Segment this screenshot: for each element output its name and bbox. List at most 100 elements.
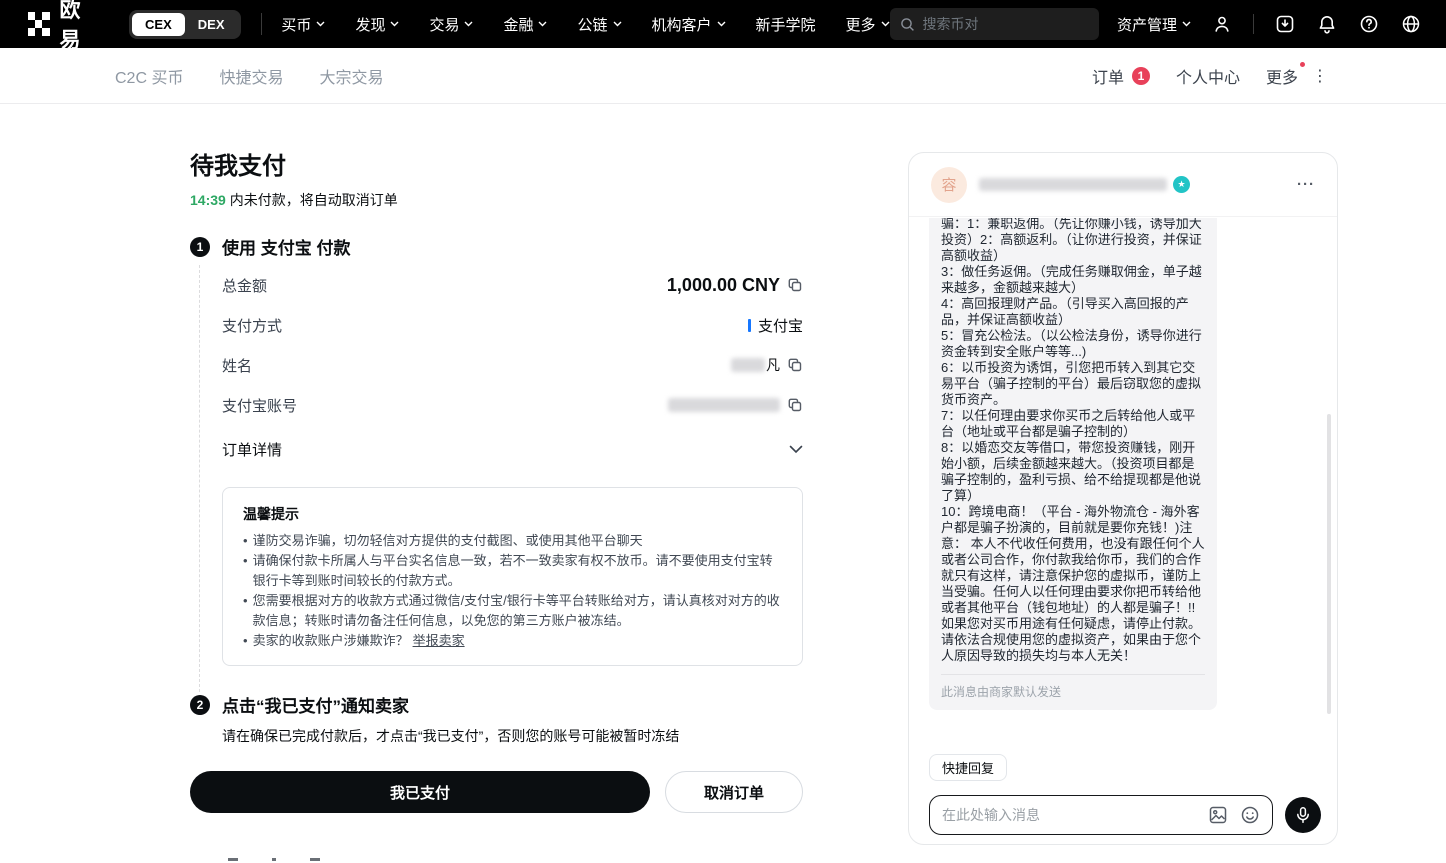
merchant-message-text: 骗：1：兼职返佣。（先让你赚小钱，诱导加大投资）2：高额返利。（让你进行投资，并… xyxy=(941,218,1205,664)
tip-item: 您需要根据对方的收款方式通过微信/支付宝/银行卡等平台转账给对方，请认真核对对方… xyxy=(243,591,782,631)
header-icons xyxy=(1211,13,1422,35)
masked-account xyxy=(668,398,780,412)
order-details-toggle[interactable]: 订单详情 xyxy=(222,429,803,469)
verified-badge-icon: ★ xyxy=(1173,176,1190,193)
step2-note: 请在确保已完成付款后，才点击“我已支付”，否则您的账号可能被暂时冻结 xyxy=(222,726,803,746)
paid-button[interactable]: 我已支付 xyxy=(190,771,650,813)
page-title: 待我支付 xyxy=(190,146,803,181)
masked-name-suffix: 凡 xyxy=(766,355,780,375)
chevron-down-icon xyxy=(1182,21,1191,27)
amount-label: 总金额 xyxy=(222,275,267,296)
masked-merchant-name xyxy=(979,178,1167,191)
download-app-icon[interactable] xyxy=(1274,13,1296,35)
nav-more[interactable]: 更多 xyxy=(846,14,890,35)
tip-item: 请确保付款卡所属人与平台实名信息一致，若不一致卖家有权不放币。请不要使用支付宝转… xyxy=(243,551,782,591)
method-row: 支付方式 支付宝 xyxy=(222,305,803,345)
order-section: 待我支付 14:39 内未付款，将自动取消订单 1 使用 支付宝 付款 总金额 … xyxy=(190,104,803,813)
countdown-note: 内未付款，将自动取消订单 xyxy=(230,192,398,208)
chevron-down-icon xyxy=(538,21,547,27)
attach-image-icon[interactable] xyxy=(1208,805,1228,825)
orders-badge: 1 xyxy=(1132,67,1150,85)
step2-header: 2 点击“我已支付”通知卖家 xyxy=(190,692,803,717)
tab-block-trade[interactable]: 大宗交易 xyxy=(319,64,383,88)
chat-messages[interactable]: 骗：1：兼职返佣。（先让你赚小钱，诱导加大投资）2：高额返利。（让你进行投资，并… xyxy=(909,218,1337,752)
chat-message-input[interactable] xyxy=(942,807,1196,823)
assets-menu[interactable]: 资产管理 xyxy=(1117,14,1191,35)
step1-number: 1 xyxy=(190,237,210,257)
nav-trade[interactable]: 交易 xyxy=(429,14,473,35)
language-globe-icon[interactable] xyxy=(1400,13,1422,35)
main-nav: 买币 发现 交易 金融 公链 机构客户 新手学院 更多 xyxy=(281,14,889,35)
chat-panel: 容 ★ ··· 骗：1：兼职返佣。（先让你赚小钱，诱导加大投资）2：高额返利。（… xyxy=(908,152,1338,845)
chevron-down-icon xyxy=(789,445,803,454)
cancel-order-button[interactable]: 取消订单 xyxy=(665,771,803,813)
help-icon[interactable] xyxy=(1358,13,1380,35)
voice-message-button[interactable] xyxy=(1285,797,1321,833)
amount-value: 1,000.00 CNY xyxy=(667,275,780,296)
step1-header: 1 使用 支付宝 付款 xyxy=(190,234,803,259)
header-divider xyxy=(261,13,262,35)
sub-more-link[interactable]: 更多 xyxy=(1266,64,1298,88)
payee-name-label: 姓名 xyxy=(222,355,252,376)
method-value: 支付宝 xyxy=(758,315,803,336)
search-input[interactable] xyxy=(923,16,1089,32)
tab-c2c-buy[interactable]: C2C 买币 xyxy=(115,64,183,88)
merchant-name-wrap: ★ xyxy=(979,176,1190,193)
payee-name-row: 姓名 凡 xyxy=(222,345,803,385)
copy-icon[interactable] xyxy=(787,277,803,293)
emoji-icon[interactable] xyxy=(1240,805,1260,825)
nav-academy[interactable]: 新手学院 xyxy=(756,14,816,35)
step1-body: 总金额 1,000.00 CNY 支付方式 支付宝 姓名 凡 xyxy=(199,265,803,692)
nav-institutions[interactable]: 机构客户 xyxy=(652,14,726,35)
step1-title: 使用 支付宝 付款 xyxy=(222,234,350,259)
toggle-cex[interactable]: CEX xyxy=(132,13,185,36)
okx-logo[interactable]: 欧易 xyxy=(28,0,99,54)
tips-title: 温馨提示 xyxy=(243,504,782,524)
sub-header: C2C 买币 快捷交易 大宗交易 订单 1 个人中心 更多 ⋮ xyxy=(0,48,1446,104)
chevron-down-icon xyxy=(316,21,325,27)
chevron-down-icon xyxy=(717,21,726,27)
nav-chain[interactable]: 公链 xyxy=(577,14,621,35)
user-icon[interactable] xyxy=(1211,13,1233,35)
tip-item: 谨防交易诈骗，切勿轻信对方提供的支付截图、或使用其他平台聊天 xyxy=(243,531,782,551)
sub-tabs: C2C 买币 快捷交易 大宗交易 xyxy=(115,64,384,88)
tab-express[interactable]: 快捷交易 xyxy=(219,64,283,88)
quick-reply-button[interactable]: 快捷回复 xyxy=(929,754,1007,781)
step2-title: 点击“我已支付”通知卖家 xyxy=(222,692,409,717)
action-buttons: 我已支付 取消订单 xyxy=(190,771,803,813)
countdown-timer: 14:39 xyxy=(190,192,226,208)
icons-divider xyxy=(1253,14,1254,34)
chat-scrollbar[interactable] xyxy=(1327,414,1331,714)
search-box[interactable] xyxy=(890,8,1099,40)
notification-dot xyxy=(1300,62,1305,67)
account-row: 支付宝账号 xyxy=(222,385,803,425)
profile-link[interactable]: 个人中心 xyxy=(1176,64,1240,88)
step2-number: 2 xyxy=(190,695,210,715)
merchant-avatar: 容 xyxy=(931,167,967,203)
account-label: 支付宝账号 xyxy=(222,395,297,416)
nav-discover[interactable]: 发现 xyxy=(355,14,399,35)
nav-finance[interactable]: 金融 xyxy=(503,14,547,35)
toggle-dex[interactable]: DEX xyxy=(185,13,238,36)
notifications-bell-icon[interactable] xyxy=(1316,13,1338,35)
okx-logo-text: 欧易 xyxy=(60,0,100,54)
chat-input-row xyxy=(929,795,1321,835)
chat-header: 容 ★ ··· xyxy=(909,153,1337,217)
chat-input-box[interactable] xyxy=(929,795,1273,835)
default-message-note: 此消息由商家默认发送 xyxy=(941,683,1205,700)
tips-box: 温馨提示 谨防交易诈骗，切勿轻信对方提供的支付截图、或使用其他平台聊天 请确保付… xyxy=(222,487,803,666)
copy-icon[interactable] xyxy=(787,397,803,413)
nav-buy-crypto[interactable]: 买币 xyxy=(281,14,325,35)
method-label: 支付方式 xyxy=(222,315,282,336)
vertical-dots-icon[interactable]: ⋮ xyxy=(1312,66,1328,86)
chevron-down-icon xyxy=(881,21,890,27)
alipay-icon xyxy=(748,319,751,332)
top-header: 欧易 CEX DEX 买币 发现 交易 金融 公链 机构客户 新手学院 更多 资… xyxy=(0,0,1446,48)
amount-row: 总金额 1,000.00 CNY xyxy=(222,265,803,305)
cex-dex-toggle: CEX DEX xyxy=(129,10,240,39)
search-icon xyxy=(900,16,915,32)
report-seller-link[interactable]: 举报卖家 xyxy=(413,631,465,651)
copy-icon[interactable] xyxy=(787,357,803,373)
orders-link[interactable]: 订单 1 xyxy=(1092,64,1150,88)
chat-more-menu-icon[interactable]: ··· xyxy=(1297,176,1315,193)
